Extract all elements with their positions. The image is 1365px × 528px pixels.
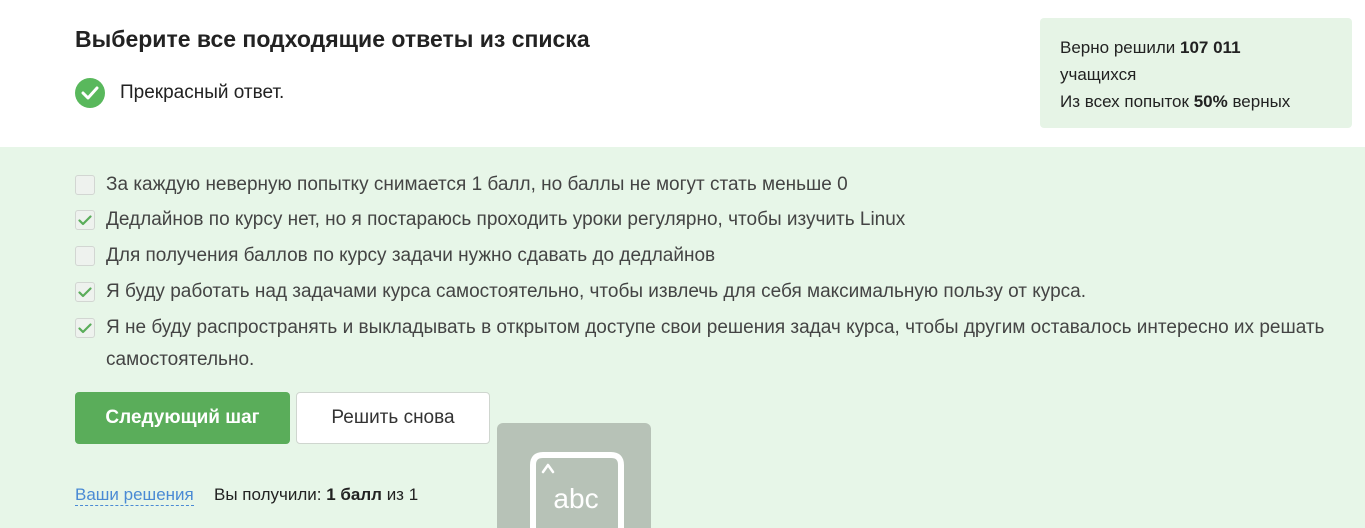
checkbox[interactable] <box>75 175 95 195</box>
option-label: За каждую неверную попытку снимается 1 б… <box>106 174 848 195</box>
checkmark-icon <box>78 322 92 333</box>
your-solutions-link[interactable]: Ваши решения <box>75 485 194 506</box>
option-1[interactable]: За каждую неверную попытку снимается 1 б… <box>75 172 1356 201</box>
option-label: Я буду работать над задачами курса самос… <box>106 281 1086 302</box>
checkbox[interactable] <box>75 210 95 230</box>
option-label: Для получения баллов по курсу задачи нуж… <box>106 245 716 266</box>
success-check-icon <box>75 78 105 108</box>
attempts-suffix: верных <box>1232 92 1291 111</box>
score-value: 1 балл <box>326 485 382 504</box>
solved-prefix: Верно решили <box>1060 38 1176 57</box>
score-suffix: из 1 <box>386 485 419 504</box>
score-prefix: Вы получили: <box>214 485 322 504</box>
stats-panel: Верно решили 107 011 учащихся Из всех по… <box>1040 18 1352 128</box>
solved-suffix: учащихся <box>1060 65 1137 84</box>
widget-label: abc <box>553 483 598 514</box>
checkbox[interactable] <box>75 246 95 266</box>
feedback-text: Прекрасный ответ. <box>120 82 285 103</box>
feedback: Прекрасный ответ. <box>75 78 284 108</box>
option-2[interactable]: Дедлайнов по курсу нет, но я постараюсь … <box>75 207 1356 236</box>
next-step-button[interactable]: Следующий шаг <box>75 392 290 444</box>
option-label: Я не буду распространять и выкладывать в… <box>106 317 1325 370</box>
checkmark-icon <box>78 286 92 297</box>
attempts-percent: 50% <box>1193 92 1228 111</box>
solved-count: 107 011 <box>1180 38 1241 57</box>
checkmark-icon <box>78 214 92 225</box>
keyboard-abc-icon[interactable]: abc <box>497 423 651 528</box>
option-5[interactable]: Я не буду распространять и выкладывать в… <box>75 315 1356 376</box>
question-title: Выберите все подходящие ответы из списка <box>75 26 590 52</box>
option-4[interactable]: Я буду работать над задачами курса самос… <box>75 279 1356 308</box>
checkbox[interactable] <box>75 282 95 302</box>
option-3[interactable]: Для получения баллов по курсу задачи нуж… <box>75 243 1356 272</box>
solve-again-button[interactable]: Решить снова <box>296 392 490 444</box>
score-text: Вы получили: 1 балл из 1 <box>214 485 418 505</box>
attempts-line: Из всех попыток 50% верных <box>1060 88 1332 115</box>
checkbox[interactable] <box>75 318 95 338</box>
option-label: Дедлайнов по курсу нет, но я постараюсь … <box>106 209 906 230</box>
solved-line: Верно решили 107 011 <box>1060 34 1332 61</box>
attempts-prefix: Из всех попыток <box>1060 92 1189 111</box>
